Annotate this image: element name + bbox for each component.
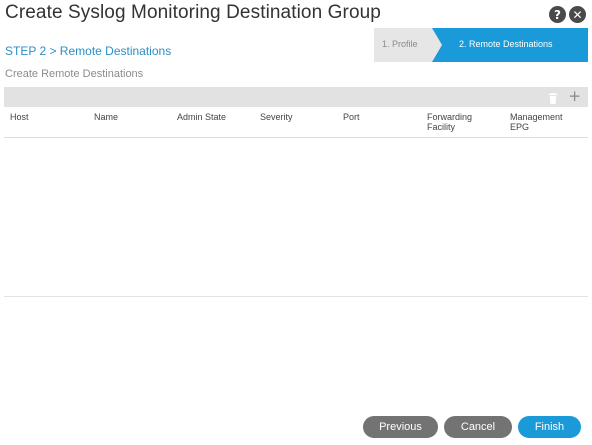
column-header-forwarding-facility[interactable]: Forwarding Facility	[427, 112, 487, 132]
cancel-button[interactable]: Cancel	[444, 416, 512, 438]
wizard-step-remote-destinations[interactable]: 2. Remote Destinations	[459, 39, 553, 49]
table-body-divider	[4, 296, 588, 297]
section-title: Create Remote Destinations	[5, 68, 144, 80]
dialog-title: Create Syslog Monitoring Destination Gro…	[5, 2, 381, 23]
column-header-port[interactable]: Port	[343, 112, 360, 122]
header-icons: ? ✕	[549, 6, 586, 23]
table-toolbar: +	[4, 87, 588, 107]
close-icon[interactable]: ✕	[569, 6, 586, 23]
column-header-admin-state[interactable]: Admin State	[177, 112, 226, 122]
previous-button[interactable]: Previous	[363, 416, 438, 438]
column-header-severity[interactable]: Severity	[260, 112, 293, 122]
step-label: STEP 2 > Remote Destinations	[5, 44, 172, 58]
table-header: Host Name Admin State Severity Port Forw…	[4, 109, 588, 138]
column-header-name[interactable]: Name	[94, 112, 118, 122]
wizard-progress: 1. Profile 2. Remote Destinations	[374, 28, 588, 62]
column-header-management-epg[interactable]: Management EPG	[510, 112, 576, 132]
trash-icon[interactable]	[548, 91, 558, 109]
column-header-host[interactable]: Host	[10, 112, 29, 122]
help-icon[interactable]: ?	[549, 6, 566, 23]
add-icon[interactable]: +	[568, 88, 581, 104]
finish-button[interactable]: Finish	[518, 416, 581, 438]
wizard-step-profile[interactable]: 1. Profile	[382, 39, 418, 49]
